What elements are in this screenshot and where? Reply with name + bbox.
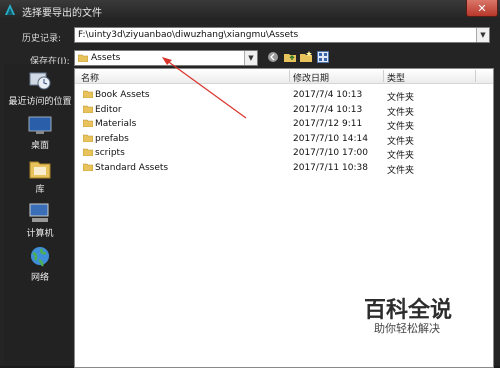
file-name: scripts (95, 148, 125, 159)
view-menu-button[interactable] (316, 50, 330, 64)
file-type: 文件夹 (387, 107, 415, 118)
file-name: Editor (95, 104, 122, 115)
network-icon (31, 247, 49, 267)
file-row[interactable]: Book Assets 2017/7/4 10:13 文件夹 (75, 88, 493, 103)
file-row[interactable]: Editor 2017/7/4 10:13 文件夹 (75, 103, 493, 118)
place-label: 库 (35, 185, 45, 195)
up-folder-button[interactable] (283, 50, 297, 64)
chevron-down-icon[interactable]: ▼ (476, 28, 489, 42)
column-name[interactable]: 名称 (81, 71, 99, 84)
back-icon (268, 52, 278, 62)
window-title: 选择要导出的文件 (22, 8, 102, 19)
annotation-arrow (162, 57, 247, 119)
column-type[interactable]: 类型 (387, 71, 405, 84)
folder-icon (83, 134, 93, 142)
place-label: 计算机 (26, 229, 54, 239)
computer-icon (29, 203, 49, 222)
column-date[interactable]: 修改日期 (293, 71, 329, 84)
close-button[interactable]: ✕ (466, 0, 498, 17)
place-libraries[interactable]: 库 (4, 158, 76, 195)
file-name: Book Assets (95, 90, 150, 100)
folder-icon (83, 105, 93, 113)
folder-icon (83, 119, 93, 128)
new-folder-button[interactable] (299, 50, 313, 64)
file-name: Materials (95, 119, 137, 130)
app-icon (5, 4, 15, 15)
column-divider[interactable] (475, 70, 476, 82)
file-row[interactable]: prefabs 2017/7/10 14:14 文件夹 (75, 132, 493, 147)
place-network[interactable]: 网络 (4, 246, 76, 283)
file-row[interactable]: Standard Assets 2017/7/11 10:38 文件夹 (75, 161, 493, 176)
file-row[interactable]: Materials 2017/7/12 9:11 文件夹 (75, 117, 493, 133)
place-desktop[interactable]: 桌面 (4, 116, 76, 151)
column-divider[interactable] (383, 70, 384, 82)
up-folder-icon (283, 54, 296, 62)
file-date: 2017/7/4 10:13 (293, 104, 363, 115)
place-recent[interactable]: 最近访问的位置 (4, 70, 76, 107)
file-type: 文件夹 (387, 93, 415, 103)
save-in-value: Assets (91, 53, 121, 63)
file-type: 文件夹 (387, 122, 415, 133)
close-icon: ✕ (477, 1, 487, 15)
folder-icon (83, 163, 93, 171)
file-row[interactable]: scripts 2017/7/10 17:00 文件夹 (75, 146, 493, 162)
places-sidebar: 最近访问的位置 桌面 库 计算机 网络 (4, 64, 72, 366)
file-date: 2017/7/10 17:00 (293, 148, 368, 159)
folder-icon (83, 90, 93, 98)
file-list-header: 名称 修改日期 类型 (75, 69, 493, 84)
file-date: 2017/7/4 10:13 (293, 90, 363, 100)
history-label: 历史记录: (22, 34, 62, 44)
file-name: prefabs (95, 133, 129, 144)
recent-places-icon (29, 72, 51, 90)
title-bar[interactable]: 选择要导出的文件 ✕ (0, 0, 500, 21)
place-label: 网络 (30, 273, 49, 283)
desktop-icon (28, 116, 52, 134)
back-button[interactable] (266, 50, 280, 64)
view-menu-icon (317, 51, 329, 63)
file-type: 文件夹 (387, 166, 415, 176)
history-combobox[interactable]: F:\uinty3d\ziyuanbao\diwuzhang\xiangmu\A… (74, 27, 490, 43)
folder-icon (78, 54, 88, 62)
file-date: 2017/7/10 14:14 (293, 133, 368, 144)
place-computer[interactable]: 计算机 (4, 202, 76, 239)
place-label: 桌面 (30, 141, 49, 151)
new-folder-icon (299, 51, 312, 62)
libraries-icon (29, 161, 51, 179)
column-divider[interactable] (289, 70, 290, 82)
file-date: 2017/7/12 9:11 (293, 119, 363, 130)
file-date: 2017/7/11 10:38 (293, 163, 368, 173)
history-value: F:\uinty3d\ziyuanbao\diwuzhang\xiangmu\A… (78, 30, 299, 40)
folder-icon (83, 149, 93, 157)
file-type: 文件夹 (387, 136, 415, 147)
file-name: Standard Assets (95, 163, 169, 173)
place-label: 最近访问的位置 (8, 97, 72, 107)
file-type: 文件夹 (387, 151, 415, 162)
watermark-subtitle: 助你轻松解决 (374, 322, 440, 335)
